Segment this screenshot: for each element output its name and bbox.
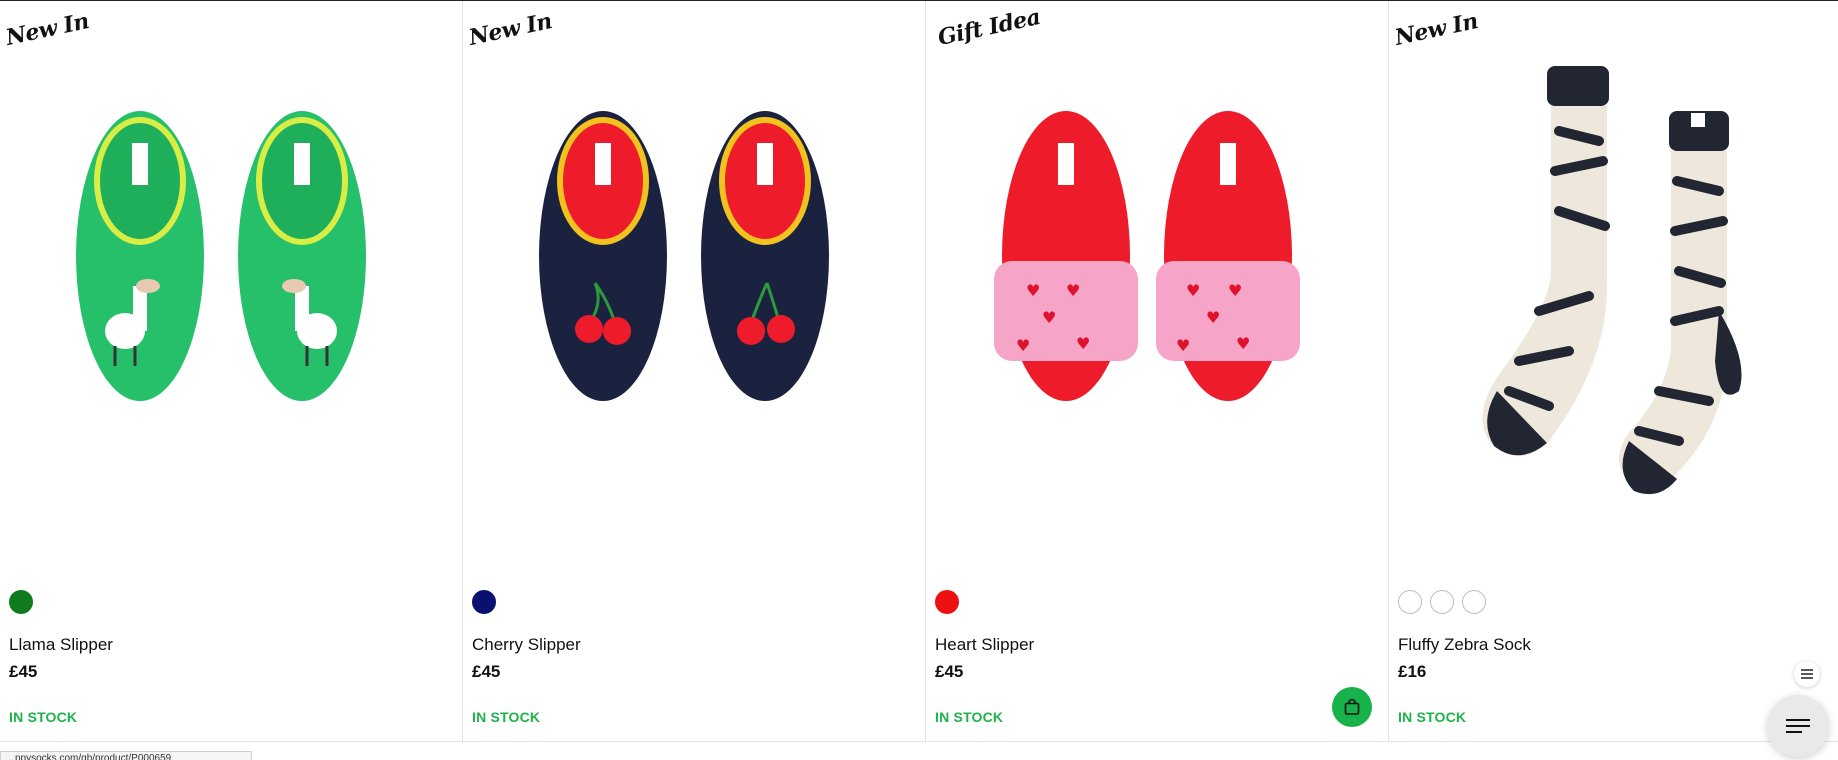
product-card-heart-slipper[interactable]: Gift Idea ♥ ♥ ♥ ♥ ♥ ♥ ♥ ♥ ♥ ♥ Heart Slip… xyxy=(926,1,1389,741)
svg-text:♥: ♥ xyxy=(1228,281,1242,300)
svg-text:♥: ♥ xyxy=(1206,308,1220,327)
color-swatch[interactable] xyxy=(9,590,33,614)
product-tag: New In xyxy=(1392,8,1481,51)
stock-status: IN STOCK xyxy=(1398,709,1467,725)
stock-status: IN STOCK xyxy=(935,709,1004,725)
menu-button[interactable] xyxy=(1767,695,1829,757)
left-slipper xyxy=(76,111,204,401)
product-name[interactable]: Heart Slipper xyxy=(935,635,1034,655)
heart-slipper-image[interactable]: ♥ ♥ ♥ ♥ ♥ ♥ ♥ ♥ ♥ ♥ xyxy=(966,61,1346,541)
svg-text:♥: ♥ xyxy=(1016,336,1030,355)
svg-text:♥: ♥ xyxy=(1026,281,1040,300)
product-price: £45 xyxy=(9,662,38,681)
menu-icon xyxy=(1786,719,1810,733)
color-swatch[interactable] xyxy=(1398,590,1422,614)
status-bar-url: …ppysocks.com/gb/product/P000659 xyxy=(0,751,252,760)
color-swatch[interactable] xyxy=(1462,590,1486,614)
right-sock xyxy=(1619,111,1742,495)
color-swatch[interactable] xyxy=(472,590,496,614)
shopping-bag-icon xyxy=(1344,698,1360,715)
svg-text:♥: ♥ xyxy=(1236,334,1250,353)
svg-text:♥: ♥ xyxy=(1186,281,1200,300)
color-swatches xyxy=(935,590,959,614)
svg-text:♥: ♥ xyxy=(1076,334,1090,353)
bottom-divider xyxy=(0,741,1838,742)
color-swatches xyxy=(9,590,33,614)
product-name[interactable]: Cherry Slipper xyxy=(472,635,581,655)
product-card-fluffy-zebra-sock[interactable]: New In Fluffy Zebra Sock £16 IN STOCK xyxy=(1389,1,1838,741)
cherry-slipper-image[interactable] xyxy=(503,61,883,541)
right-slipper: ♥ ♥ ♥ ♥ ♥ xyxy=(1156,111,1300,401)
zebra-sock-image[interactable] xyxy=(1419,61,1799,541)
llama-slipper-image[interactable] xyxy=(40,61,420,541)
add-to-bag-button[interactable] xyxy=(1332,687,1372,727)
svg-text:♥: ♥ xyxy=(1042,308,1056,327)
color-swatches xyxy=(1398,590,1486,614)
product-card-cherry-slipper[interactable]: New In Cherry Slipper £45 IN STOCK xyxy=(463,1,926,741)
list-button[interactable] xyxy=(1794,661,1820,687)
product-name[interactable]: Fluffy Zebra Sock xyxy=(1398,635,1531,655)
right-slipper xyxy=(701,111,829,401)
product-tag: New In xyxy=(3,8,92,51)
list-icon xyxy=(1801,669,1813,679)
color-swatch[interactable] xyxy=(935,590,959,614)
left-sock xyxy=(1482,66,1610,456)
color-swatches xyxy=(472,590,496,614)
product-price: £45 xyxy=(472,662,501,681)
svg-text:♥: ♥ xyxy=(1066,281,1080,300)
product-tag: New In xyxy=(466,8,555,51)
stock-status: IN STOCK xyxy=(472,709,541,725)
right-slipper xyxy=(238,111,366,401)
product-name[interactable]: Llama Slipper xyxy=(9,635,113,655)
color-swatch[interactable] xyxy=(1430,590,1454,614)
svg-text:♥: ♥ xyxy=(1176,336,1190,355)
stock-status: IN STOCK xyxy=(9,709,78,725)
product-price: £45 xyxy=(935,662,964,681)
product-card-llama-slipper[interactable]: New In Llama Slipper £45 IN STOCK xyxy=(0,1,463,741)
product-grid: New In Llama Slipper £45 IN STOCK New In… xyxy=(0,1,1838,741)
product-price: £16 xyxy=(1398,662,1427,681)
product-tag: Gift Idea xyxy=(935,3,1043,52)
left-slipper xyxy=(539,111,667,401)
left-slipper: ♥ ♥ ♥ ♥ ♥ xyxy=(994,111,1138,401)
